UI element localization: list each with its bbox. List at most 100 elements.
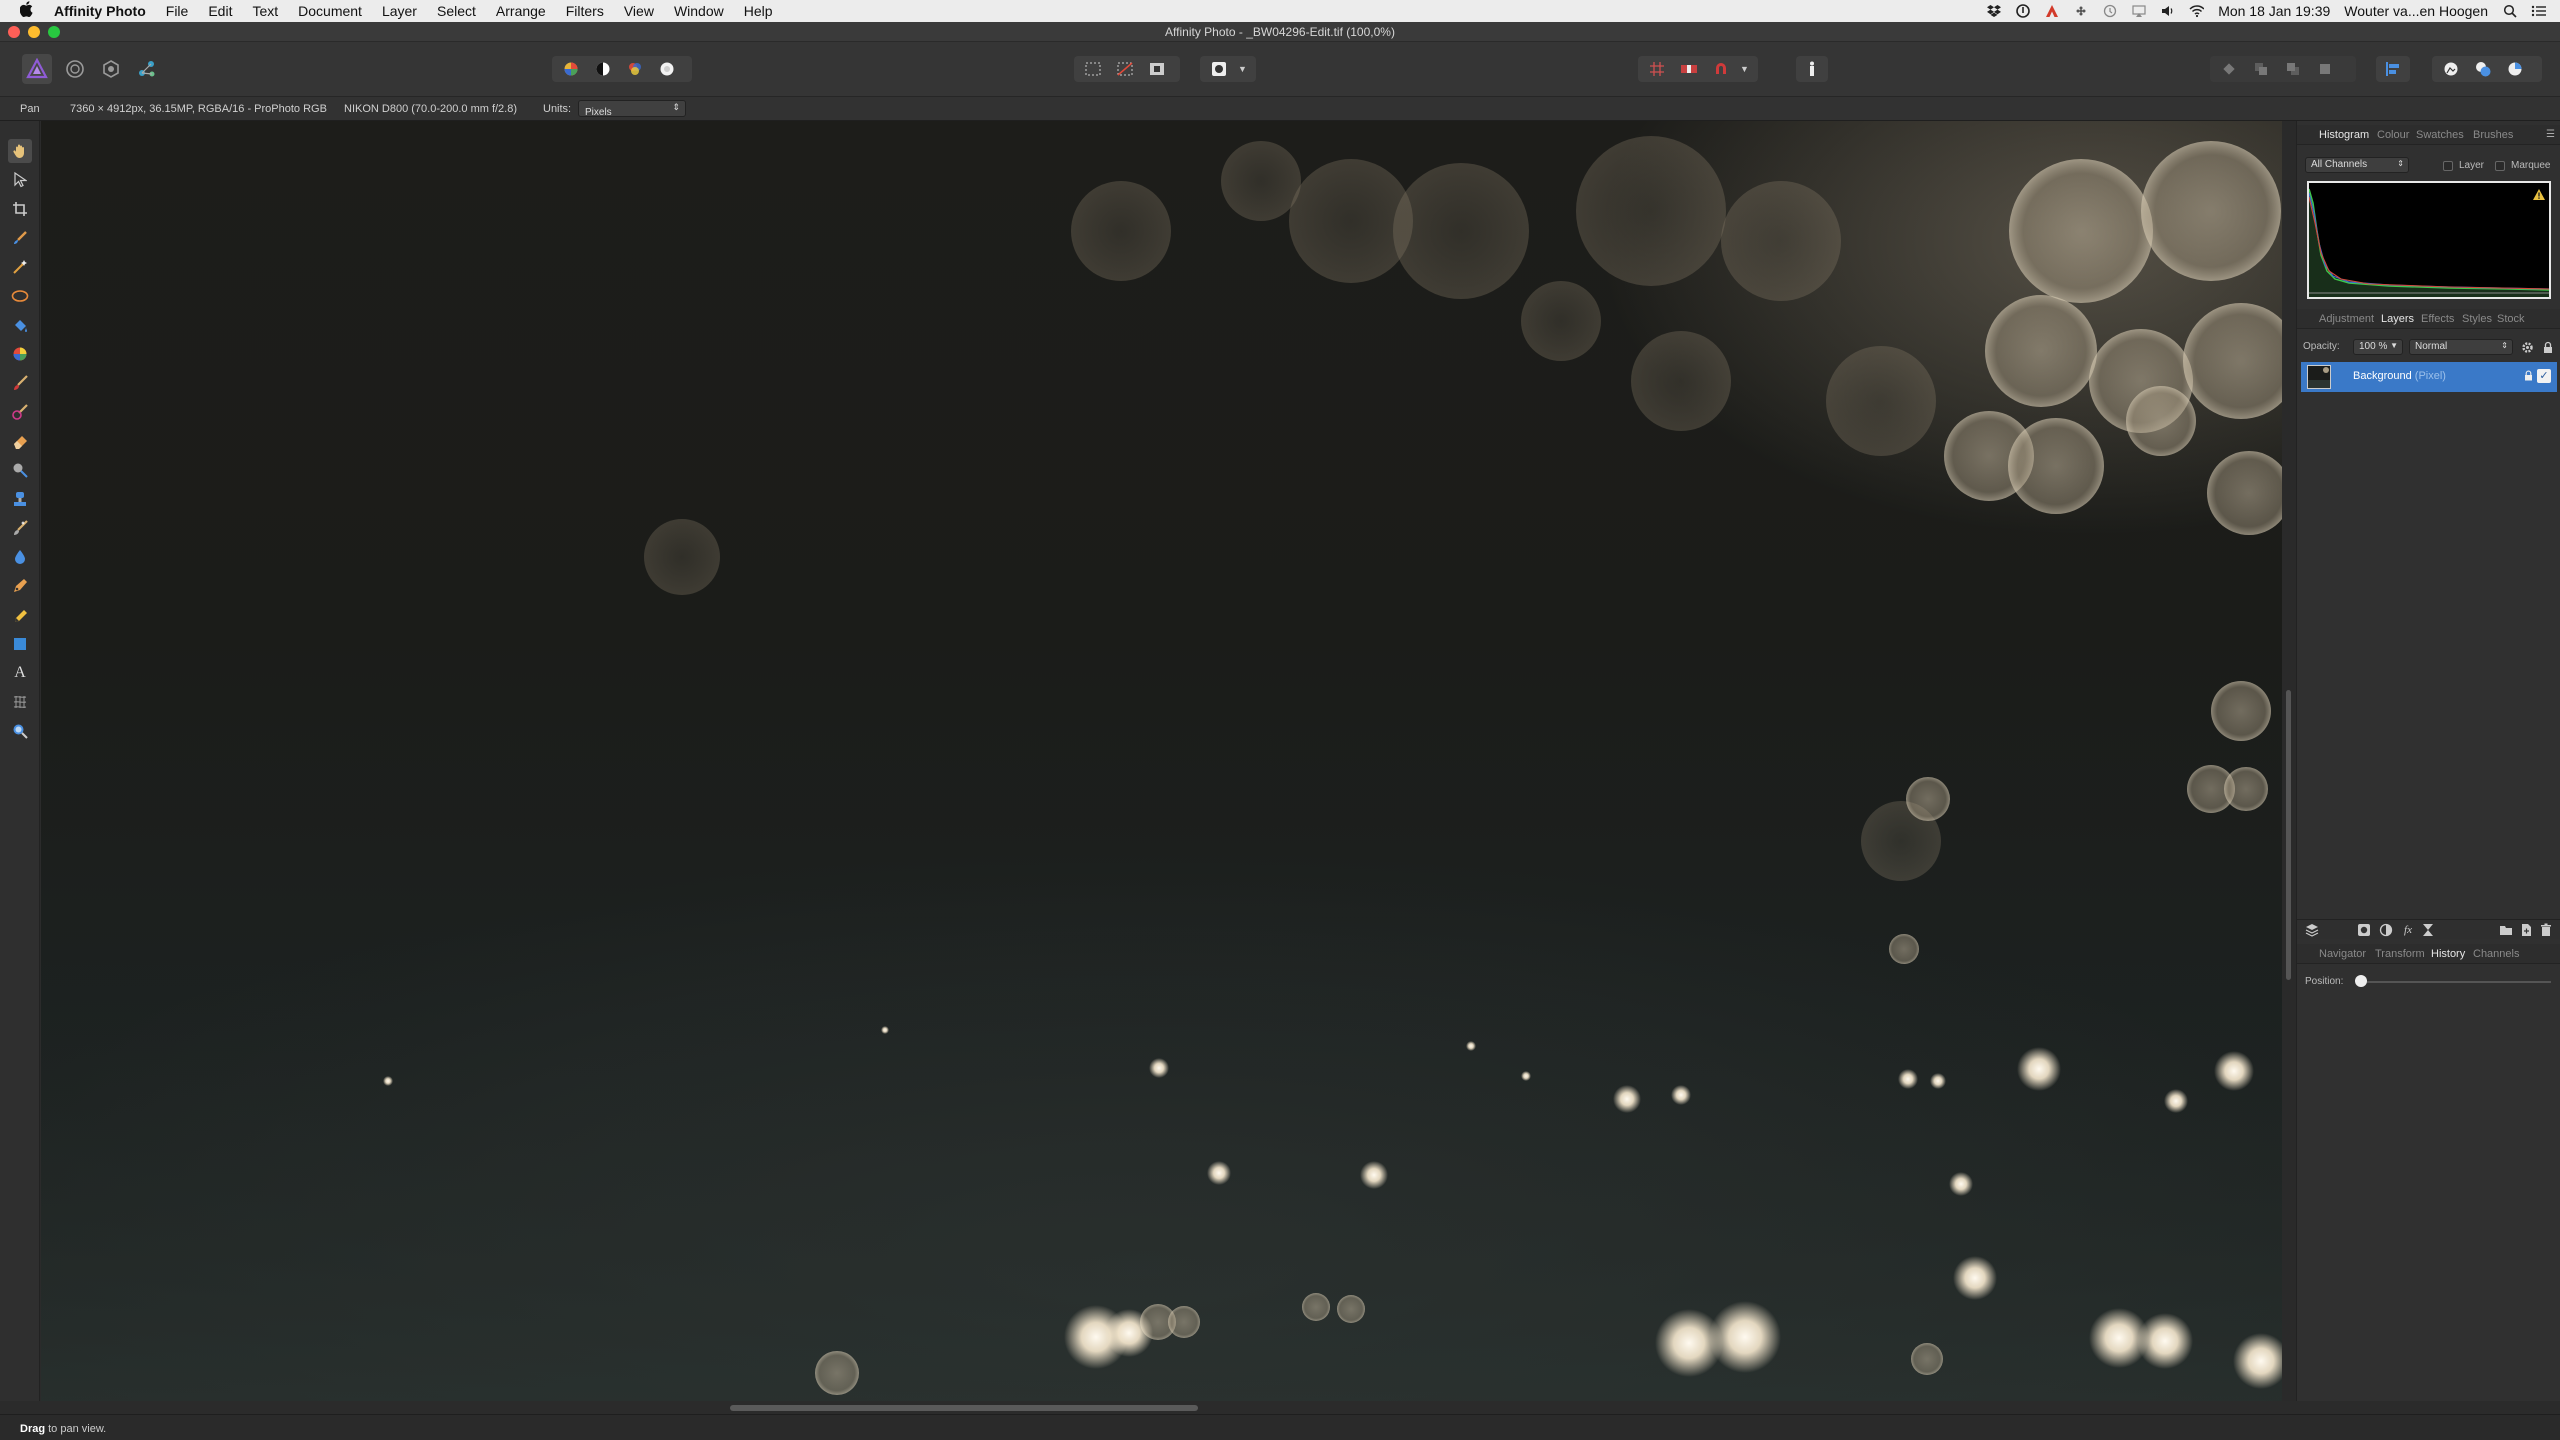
blend-mode-select[interactable]: Normal ⇕ xyxy=(2409,339,2513,355)
quick-mask-dropdown-icon[interactable]: ▼ xyxy=(1238,64,1247,74)
flood-fill-tool-button[interactable] xyxy=(8,313,32,337)
add-group-folder-icon[interactable] xyxy=(2499,923,2513,937)
panel-menu-icon[interactable]: ☰ xyxy=(2546,129,2555,140)
move-forward-icon[interactable] xyxy=(2280,58,2306,80)
adjustment-layer-icon[interactable] xyxy=(2379,923,2393,937)
tab-effects[interactable]: Effects xyxy=(2421,313,2454,325)
auto-white-balance-icon[interactable] xyxy=(654,58,680,80)
tab-layers[interactable]: Layers xyxy=(2381,313,2414,325)
blur-brush-tool-button[interactable] xyxy=(8,545,32,569)
time-machine-icon[interactable] xyxy=(2102,4,2117,19)
snapping-magnet-icon[interactable] xyxy=(1708,58,1734,80)
pen-tool-button[interactable] xyxy=(8,574,32,598)
adobe-icon[interactable] xyxy=(2044,4,2059,19)
paint-brush-tool-button[interactable] xyxy=(8,371,32,395)
menu-filters[interactable]: Filters xyxy=(556,0,614,22)
tab-navigator[interactable]: Navigator xyxy=(2319,948,2366,960)
tab-swatches[interactable]: Swatches xyxy=(2416,129,2464,141)
notification-center-icon[interactable] xyxy=(2531,4,2546,19)
menu-app-name[interactable]: Affinity Photo xyxy=(54,0,156,22)
move-tool-button[interactable] xyxy=(8,168,32,192)
airplay-icon[interactable] xyxy=(2131,4,2146,19)
dodge-tool-button[interactable] xyxy=(8,458,32,482)
layers-stack-icon[interactable] xyxy=(2305,923,2319,937)
layer-visibility-checkbox[interactable]: ✓ xyxy=(2537,369,2551,383)
tab-colour[interactable]: Colour xyxy=(2377,129,2409,141)
mask-layer-icon[interactable] xyxy=(2357,923,2371,937)
snapping-dropdown-icon[interactable]: ▼ xyxy=(1740,64,1749,74)
view-tool-button[interactable] xyxy=(8,139,32,163)
tab-adjustment[interactable]: Adjustment xyxy=(2319,313,2374,325)
live-filter-icon[interactable] xyxy=(2421,923,2435,937)
shape-tool-button[interactable] xyxy=(8,632,32,656)
auto-levels-icon[interactable] xyxy=(558,58,584,80)
move-back-icon[interactable] xyxy=(2248,58,2274,80)
info-circle-icon[interactable] xyxy=(2015,4,2030,19)
text-tool-button[interactable]: A xyxy=(8,661,32,685)
zoom-tool-button[interactable] xyxy=(8,719,32,743)
menu-view[interactable]: View xyxy=(614,0,664,22)
delete-layer-icon[interactable] xyxy=(2539,923,2553,937)
menu-text[interactable]: Text xyxy=(242,0,288,22)
document-canvas[interactable] xyxy=(41,121,2282,1401)
history-position-knob[interactable] xyxy=(2355,975,2367,987)
layer-row-background[interactable]: Background (Pixel) ✓ xyxy=(2301,362,2557,392)
studio-toggle-icon[interactable] xyxy=(2438,58,2464,80)
opacity-field[interactable]: 100 % ▼ xyxy=(2353,339,2403,355)
units-select[interactable]: Pixels ⇕ xyxy=(578,100,686,118)
menu-select[interactable]: Select xyxy=(427,0,486,22)
menu-clock[interactable]: Mon 18 Jan 19:39 xyxy=(2218,3,2330,19)
flood-select-tool-button[interactable] xyxy=(8,255,32,279)
menu-user-name[interactable]: Wouter va...en Hoogen xyxy=(2344,3,2488,19)
colour-picker-toggle-icon[interactable] xyxy=(2502,58,2528,80)
vertical-scrollbar[interactable] xyxy=(2286,690,2291,980)
marquee-tool-button[interactable] xyxy=(8,284,32,308)
bluetooth-dots-icon[interactable] xyxy=(2073,4,2088,19)
tone-mapping-persona-button[interactable] xyxy=(132,54,162,84)
grid-icon[interactable] xyxy=(1644,58,1670,80)
blend-options-gear-icon[interactable] xyxy=(2519,339,2535,355)
menu-window[interactable]: Window xyxy=(664,0,734,22)
tab-styles[interactable]: Styles xyxy=(2462,313,2492,325)
horizontal-scrollbar[interactable] xyxy=(730,1405,1198,1411)
dropbox-icon[interactable] xyxy=(1986,4,2001,19)
move-to-front-icon[interactable] xyxy=(2312,58,2338,80)
colour-picker-tool-button[interactable] xyxy=(8,342,32,366)
wifi-icon[interactable] xyxy=(2189,4,2205,19)
select-all-icon[interactable] xyxy=(1080,58,1106,80)
invert-selection-icon[interactable] xyxy=(1144,58,1170,80)
layer-checkbox[interactable] xyxy=(2443,161,2453,171)
menu-layer[interactable]: Layer xyxy=(372,0,427,22)
photo-persona-button[interactable] xyxy=(22,54,52,84)
tab-channels[interactable]: Channels xyxy=(2473,948,2519,960)
tab-histogram[interactable]: Histogram xyxy=(2319,129,2369,141)
menu-arrange[interactable]: Arrange xyxy=(486,0,556,22)
spotlight-search-icon[interactable] xyxy=(2502,4,2517,19)
menu-document[interactable]: Document xyxy=(288,0,372,22)
quick-mask-icon[interactable] xyxy=(1206,58,1232,80)
customise-studio-icon[interactable] xyxy=(2470,58,2496,80)
erase-brush-tool-button[interactable] xyxy=(8,429,32,453)
crop-tool-button[interactable] xyxy=(8,197,32,221)
tab-stock[interactable]: Stock xyxy=(2497,313,2525,325)
history-position-slider[interactable] xyxy=(2361,981,2551,983)
add-layer-icon[interactable] xyxy=(2519,923,2533,937)
tab-history[interactable]: History xyxy=(2431,948,2465,960)
assistant-icon[interactable] xyxy=(1802,58,1822,80)
menu-help[interactable]: Help xyxy=(734,0,783,22)
menu-file[interactable]: File xyxy=(156,0,199,22)
pencil-tool-button[interactable] xyxy=(8,603,32,627)
mesh-warp-tool-button[interactable] xyxy=(8,690,32,714)
effects-fx-icon[interactable]: fx xyxy=(2401,923,2415,937)
develop-persona-button[interactable] xyxy=(96,54,126,84)
auto-contrast-icon[interactable] xyxy=(590,58,616,80)
lock-icon[interactable] xyxy=(2541,339,2555,355)
align-icon[interactable] xyxy=(2382,58,2404,80)
colour-replacement-tool-button[interactable] xyxy=(8,400,32,424)
snapping-options-icon[interactable] xyxy=(1676,58,1702,80)
rotate-icon[interactable] xyxy=(2216,58,2242,80)
menu-edit[interactable]: Edit xyxy=(198,0,242,22)
auto-colours-icon[interactable] xyxy=(622,58,648,80)
volume-icon[interactable] xyxy=(2160,4,2175,19)
liquify-persona-button[interactable] xyxy=(60,54,90,84)
